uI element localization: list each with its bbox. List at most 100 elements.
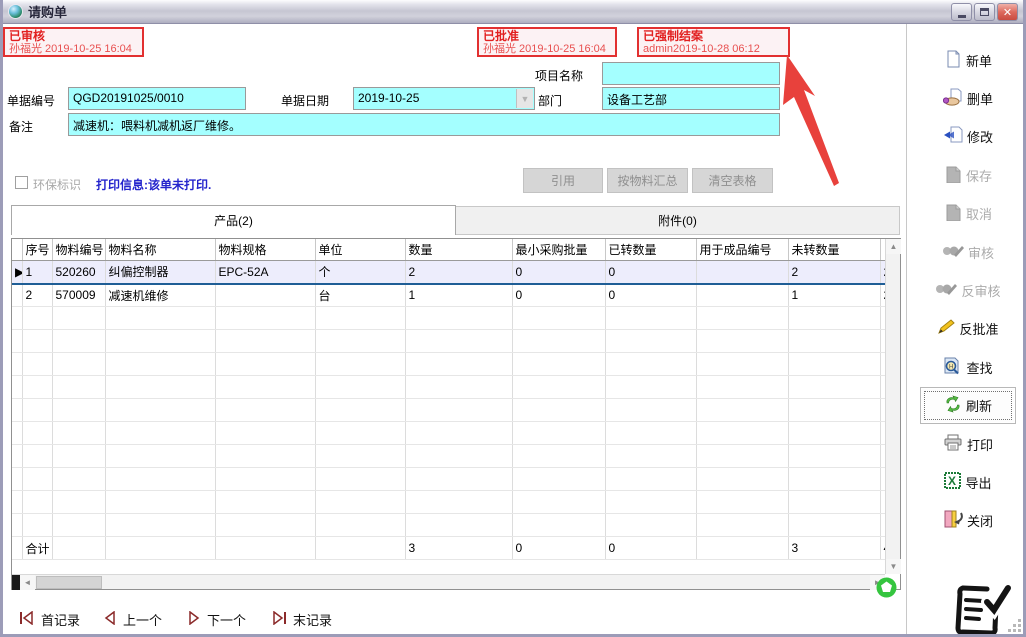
grid-cell[interactable] <box>605 399 696 422</box>
grid-cell[interactable] <box>788 376 880 399</box>
grid-cell[interactable] <box>512 445 605 468</box>
grid-cell[interactable] <box>52 514 105 537</box>
grid-empty-row[interactable] <box>12 307 885 330</box>
grid-cell[interactable] <box>696 261 788 284</box>
grid-cell[interactable] <box>405 376 512 399</box>
horizontal-scrollbar[interactable]: ◄ ► <box>12 574 885 589</box>
grid-cell[interactable] <box>512 376 605 399</box>
grid-cell[interactable] <box>22 353 52 376</box>
project-name-field[interactable] <box>602 62 780 85</box>
grid-empty-row[interactable] <box>12 468 885 491</box>
scroll-left-icon[interactable]: ◄ <box>20 575 35 590</box>
grid-cell[interactable] <box>315 422 405 445</box>
grid-cell[interactable] <box>105 468 215 491</box>
grid-cell[interactable] <box>405 445 512 468</box>
grid-cell[interactable] <box>605 514 696 537</box>
grid-cell[interactable] <box>52 307 105 330</box>
grid-cell[interactable]: 570009 <box>52 284 105 307</box>
grid-cell[interactable] <box>52 353 105 376</box>
grid-column-header[interactable]: 物料名称 <box>105 239 215 261</box>
grid-cell[interactable] <box>22 491 52 514</box>
grid-cell[interactable] <box>22 399 52 422</box>
grid-cell[interactable]: 0 <box>605 261 696 284</box>
sidebar-button-删单[interactable]: 删单 <box>918 86 1018 110</box>
grid-cell[interactable] <box>512 422 605 445</box>
grid-cell[interactable]: 1 <box>405 284 512 307</box>
sidebar-button-反批准[interactable]: 反批准 <box>918 317 1018 341</box>
grid-cell[interactable] <box>405 422 512 445</box>
grid-cell[interactable]: 0 <box>512 261 605 284</box>
grid-cell[interactable] <box>696 330 788 353</box>
grid-cell[interactable]: 2 <box>788 261 880 284</box>
grid-cell[interactable] <box>22 514 52 537</box>
grid-cell[interactable] <box>405 330 512 353</box>
grid-empty-row[interactable] <box>12 353 885 376</box>
grid-cell[interactable] <box>405 399 512 422</box>
grid-column-header[interactable]: 单位 <box>315 239 405 261</box>
maximize-button[interactable] <box>974 3 995 21</box>
grid-cell[interactable] <box>105 445 215 468</box>
grid-cell[interactable] <box>315 445 405 468</box>
grid-cell[interactable] <box>315 468 405 491</box>
grid-cell[interactable] <box>52 445 105 468</box>
grid-cell[interactable] <box>315 330 405 353</box>
grid-cell[interactable] <box>215 445 315 468</box>
sidebar-button-查找[interactable]: H查找 <box>918 355 1018 379</box>
grid-cell[interactable] <box>405 307 512 330</box>
table-row[interactable]: ▶1520260纠偏控制器EPC-52A个20022 <box>12 261 885 284</box>
grid-cell[interactable] <box>696 284 788 307</box>
grid-cell[interactable]: EPC-52A <box>215 261 315 284</box>
close-button[interactable]: ✕ <box>997 3 1018 21</box>
grid-cell[interactable]: 1 <box>22 261 52 284</box>
grid-cell[interactable]: 2 <box>405 261 512 284</box>
grid-cell[interactable] <box>696 353 788 376</box>
grid-cell[interactable] <box>788 422 880 445</box>
grid-cell[interactable] <box>52 330 105 353</box>
grid-cell[interactable] <box>696 491 788 514</box>
grid-cell[interactable] <box>788 399 880 422</box>
grid-cell[interactable] <box>215 353 315 376</box>
grid-cell[interactable]: 1 <box>788 284 880 307</box>
sidebar-button-导出[interactable]: X导出 <box>918 470 1018 494</box>
grid-cell[interactable] <box>105 330 215 353</box>
grid-cell[interactable] <box>215 468 315 491</box>
grid-cell[interactable] <box>788 468 880 491</box>
remark-field[interactable]: 减速机：喂料机减机返厂维修。 <box>68 113 780 136</box>
nav-next-record-button[interactable]: 下一个 <box>187 608 246 630</box>
grid-cell[interactable] <box>605 307 696 330</box>
chevron-down-icon[interactable]: ▼ <box>516 89 533 108</box>
summarize-by-material-button[interactable]: 按物料汇总 <box>607 168 688 193</box>
grid-cell[interactable] <box>105 399 215 422</box>
scroll-up-icon[interactable]: ▲ <box>886 239 901 254</box>
grid-cell[interactable] <box>105 376 215 399</box>
sidebar-button-反审核[interactable]: 反审核 <box>918 278 1018 302</box>
grid-cell[interactable] <box>605 491 696 514</box>
grid-cell[interactable] <box>315 376 405 399</box>
dept-field[interactable]: 设备工艺部 <box>602 87 780 110</box>
grid-cell[interactable] <box>696 307 788 330</box>
sidebar-button-保存[interactable]: 保存 <box>918 163 1018 187</box>
resize-grip[interactable] <box>1008 619 1021 632</box>
grid-cell[interactable] <box>22 376 52 399</box>
grid-cell[interactable]: 台 <box>315 284 405 307</box>
grid-cell[interactable] <box>315 307 405 330</box>
grid-cell[interactable] <box>315 353 405 376</box>
grid-cell[interactable] <box>105 353 215 376</box>
grid-cell[interactable]: 纠偏控制器 <box>105 261 215 284</box>
grid-cell[interactable]: 个 <box>315 261 405 284</box>
grid-cell[interactable] <box>105 514 215 537</box>
eco-checkbox[interactable] <box>15 176 28 189</box>
grid-cell[interactable] <box>512 491 605 514</box>
grid-column-header[interactable]: 数量 <box>405 239 512 261</box>
sidebar-button-审核[interactable]: 审核 <box>918 240 1018 264</box>
grid-cell[interactable] <box>696 376 788 399</box>
grid-cell[interactable]: 520260 <box>52 261 105 284</box>
grid-cell[interactable] <box>605 445 696 468</box>
grid-cell[interactable] <box>105 307 215 330</box>
grid-cell[interactable] <box>105 491 215 514</box>
quote-button[interactable]: 引用 <box>523 168 603 193</box>
grid-empty-row[interactable] <box>12 445 885 468</box>
grid-column-header[interactable]: 用于成品编号 <box>696 239 788 261</box>
grid-empty-row[interactable] <box>12 330 885 353</box>
nav-last-record-button[interactable]: 末记录 <box>271 608 332 630</box>
